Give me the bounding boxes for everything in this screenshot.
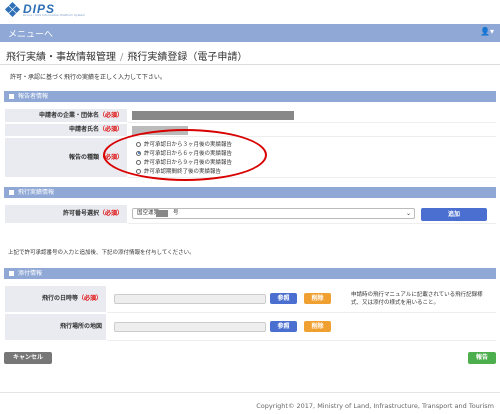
company-value (128, 108, 496, 123)
section-header-attachment: 添付情報 (4, 268, 496, 279)
company-label: 申請者の企業・団体名（必須） (4, 108, 128, 123)
company-redacted (132, 111, 294, 120)
required-mark: （必須） (77, 295, 102, 302)
report-button[interactable]: 報告 (468, 352, 496, 364)
map-file-input[interactable] (114, 322, 266, 332)
breadcrumb-parent[interactable]: 飛行実績・事故情報管理 (6, 52, 116, 63)
breadcrumb: 飛行実績・事故情報管理 / 飛行実績登録（電子申請） (6, 48, 247, 63)
dips-logo[interactable]: DIPS Drone / UAS Information Platform Sy… (4, 1, 86, 18)
section-header-reporter: 報告者情報 (4, 91, 496, 102)
permit-suffix: 号 (173, 210, 179, 216)
breadcrumb-current: 飛行実績登録（電子申請） (127, 52, 248, 63)
section-header-flight: 飛行実績情報 (4, 187, 496, 198)
breadcrumb-separator: / (120, 52, 124, 63)
datetime-delete-button[interactable]: 削除 (304, 293, 331, 304)
required-mark: （必須） (98, 112, 123, 119)
section-square-icon (9, 270, 14, 276)
datetime-browse-button[interactable]: 参照 (270, 293, 297, 304)
menu-link[interactable]: メニューへ (8, 27, 53, 40)
section-title: 報告者情報 (18, 93, 49, 100)
instruction-text: 許可・承認に基づく飛行の実績を正しく入力して下さい。 (10, 74, 166, 81)
menu-bar: メニューへ 👤▾ (0, 24, 500, 42)
logo-diamond-icon (4, 1, 21, 18)
section-square-icon (9, 93, 14, 99)
chevron-down-icon: ⌄ (405, 210, 411, 217)
permit-label: 許可番号選択（必須） (4, 204, 128, 224)
add-button[interactable]: 追加 (421, 208, 487, 221)
map-delete-button[interactable]: 削除 (304, 321, 331, 332)
divider (0, 64, 500, 65)
label-text: 報告の種類 (68, 154, 99, 161)
label-text: 申請者の企業・団体名 (38, 112, 99, 119)
red-annotation-ellipse (103, 129, 267, 181)
footer-divider (0, 392, 500, 393)
user-menu-icon[interactable]: 👤▾ (480, 27, 494, 36)
section-title: 飛行実績情報 (18, 189, 55, 196)
required-mark: （必須） (98, 210, 123, 217)
section-title: 添付情報 (18, 270, 43, 277)
map-label: 飛行場所の地図 (4, 313, 107, 341)
cancel-button[interactable]: キャンセル (4, 352, 52, 364)
after-add-note: 上記で許可承認番号の入力と追加後、下記の添付情報を付与してください。 (8, 250, 195, 256)
logo-tagline: Drone / UAS Information Platform System (23, 12, 86, 17)
top-bar: DIPS Drone / UAS Information Platform Sy… (0, 0, 500, 24)
label-text: 申請者氏名 (68, 126, 99, 133)
datetime-label: 飛行の日時等（必須） (4, 285, 107, 313)
footer-copyright: Copyright© 2017, Ministry of Land, Infra… (256, 402, 494, 410)
label-text: 飛行場所の地図 (59, 323, 102, 330)
label-text: 許可番号選択 (62, 210, 99, 217)
map-browse-button[interactable]: 参照 (270, 321, 297, 332)
required-mark: （必須） (98, 126, 123, 133)
section-square-icon (9, 189, 14, 195)
permit-redacted (156, 210, 168, 217)
permit-number-select[interactable]: 国空運第号 ⌄ (132, 208, 415, 219)
datetime-file-input[interactable] (114, 294, 266, 304)
label-text: 飛行の日時等 (41, 295, 78, 302)
name-label: 申請者氏名（必須） (4, 123, 128, 137)
attachment-note: 申請時の飛行マニュアルに記載されている飛行記録様式、又は添付の様式を用いること。 (351, 292, 483, 306)
